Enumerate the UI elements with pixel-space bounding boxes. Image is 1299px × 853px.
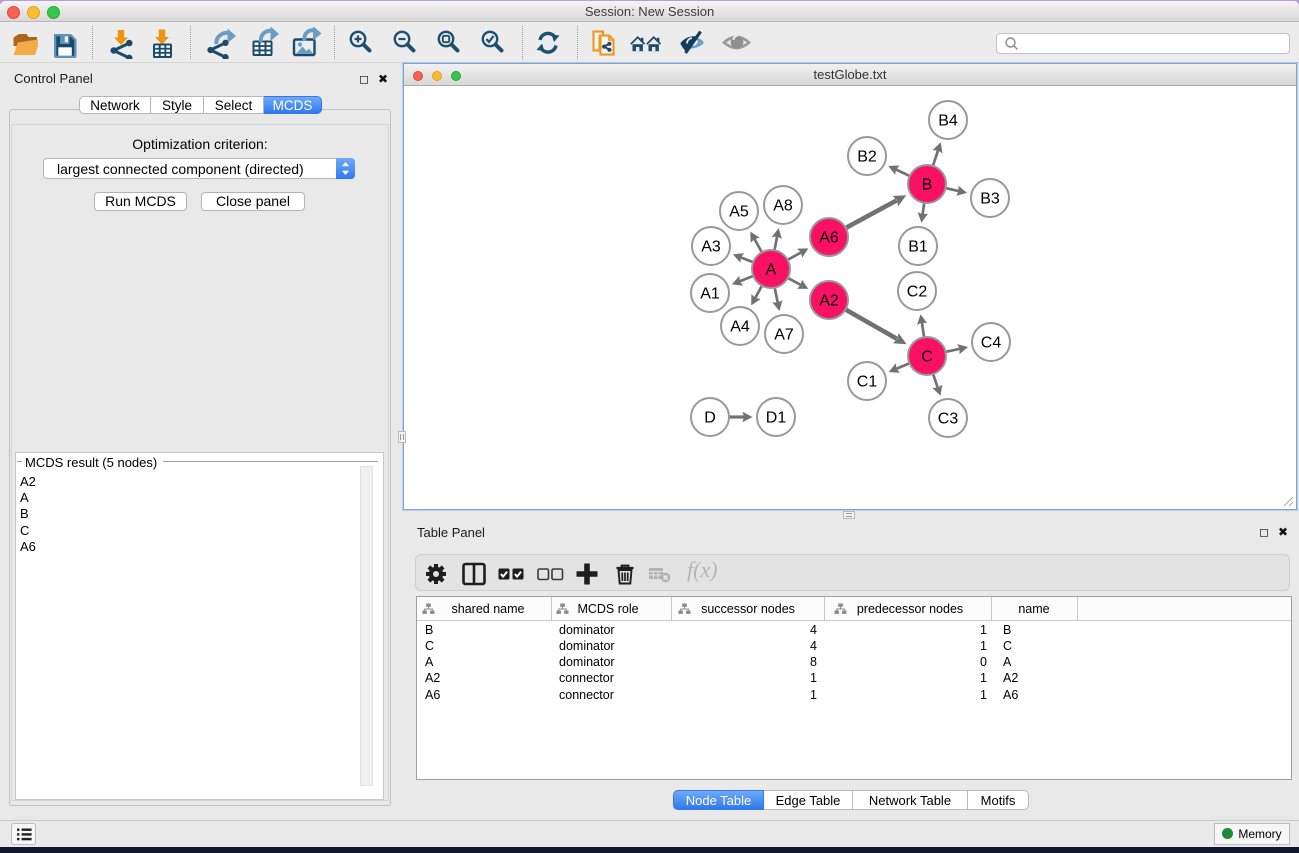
svg-text:B3: B3	[980, 191, 1000, 208]
svg-text:D1: D1	[766, 410, 787, 427]
svg-text:D: D	[704, 410, 716, 427]
svg-text:B1: B1	[908, 239, 928, 256]
svg-text:A4: A4	[730, 319, 750, 336]
svg-text:B4: B4	[938, 113, 958, 130]
svg-text:C4: C4	[981, 335, 1002, 352]
svg-text:A3: A3	[701, 239, 721, 256]
svg-text:C1: C1	[857, 374, 878, 391]
svg-text:A5: A5	[729, 204, 749, 221]
svg-text:C2: C2	[907, 284, 928, 301]
svg-text:C3: C3	[938, 411, 959, 428]
svg-text:B2: B2	[857, 149, 877, 166]
svg-text:A1: A1	[700, 286, 720, 303]
svg-text:A6: A6	[819, 230, 839, 247]
svg-text:A: A	[766, 262, 777, 279]
svg-text:B: B	[922, 177, 933, 194]
svg-text:A7: A7	[774, 327, 794, 344]
svg-text:A2: A2	[819, 293, 839, 310]
svg-text:A8: A8	[773, 198, 793, 215]
svg-text:C: C	[921, 349, 933, 366]
